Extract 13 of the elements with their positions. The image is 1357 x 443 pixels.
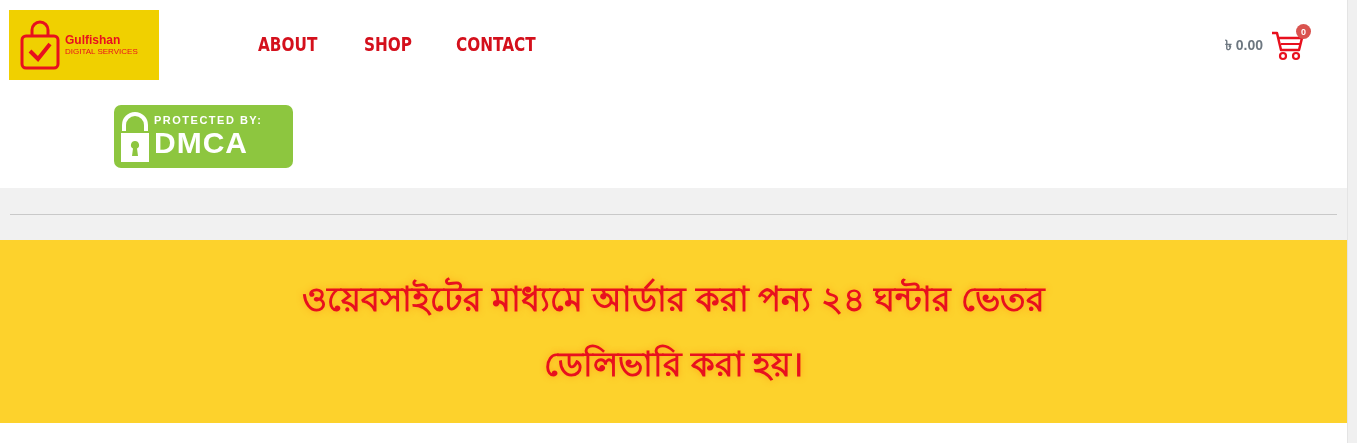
logo-tagline: DIGITAL SERVICES: [65, 47, 138, 57]
badge-caption: PROTECTED BY:: [154, 113, 263, 126]
cart-total: ৳ 0.00: [1224, 36, 1263, 55]
badge-title: DMCA: [154, 125, 248, 160]
nav-link[interactable]: SHOP: [363, 32, 412, 56]
padlock-icon: [120, 110, 150, 163]
logo-name: Gulfishan: [65, 33, 122, 47]
nav-link[interactable]: CONTACT: [456, 32, 536, 56]
nav-link[interactable]: ABOUT: [258, 32, 318, 56]
shopping-bag-check-icon: [19, 20, 61, 70]
cart-count-badge: 0: [1296, 24, 1311, 39]
site-logo[interactable]: Gulfishan DIGITAL SERVICES: [9, 10, 159, 80]
notice-text: ওয়েবসাইটের মাধ্যমে আর্ডার করা পন্য ২৪ ঘন্টার ভেতর ডেলিভারি করা হয়।: [301, 276, 1047, 385]
